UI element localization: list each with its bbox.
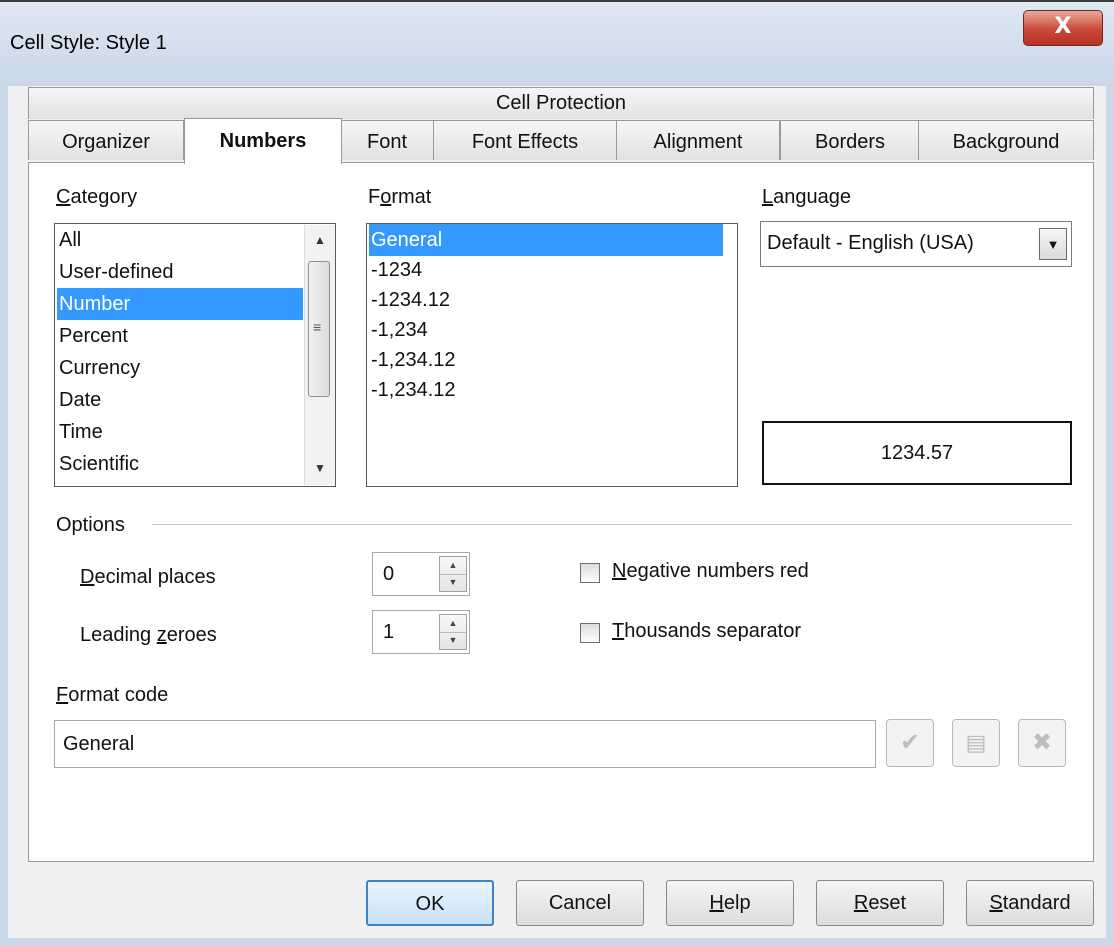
category-scrollbar[interactable]: ▲ ≡ ▼ [304, 225, 335, 485]
tab-numbers[interactable]: Numbers [184, 118, 342, 164]
category-item[interactable]: Currency [59, 352, 140, 384]
language-label: Language [762, 186, 851, 208]
thousands-separator-label[interactable]: Thousands separator [612, 620, 801, 643]
category-item[interactable]: Scientific [59, 448, 139, 480]
format-item[interactable]: -1234.12 [371, 284, 450, 316]
reset-button[interactable]: Reset [816, 880, 944, 926]
help-button[interactable]: Help [666, 880, 794, 926]
delete-format-button[interactable]: ✖ [1018, 719, 1066, 767]
scroll-up-arrow-icon[interactable]: ▲ [305, 227, 335, 253]
format-code-label: Format code [56, 684, 169, 706]
accept-format-button[interactable]: ✔ [886, 719, 934, 767]
cancel-button[interactable]: Cancel [516, 880, 644, 926]
stepper-up-icon[interactable]: ▲ [440, 557, 466, 575]
window-frame-right [1106, 86, 1114, 946]
negative-red-label[interactable]: Negative numbers red [612, 560, 809, 583]
decimal-places-label: Decimal places [80, 566, 216, 588]
tab-borders[interactable]: Borders [780, 120, 920, 160]
category-label: Category [56, 186, 138, 208]
format-item[interactable]: -1,234 [371, 314, 428, 346]
thousands-separator-checkbox[interactable] [580, 623, 600, 643]
stepper-up-icon[interactable]: ▲ [440, 615, 466, 633]
tab-alignment[interactable]: Alignment [616, 120, 780, 160]
category-item[interactable]: Time [59, 416, 103, 448]
format-label: Format [368, 186, 432, 208]
leading-zeroes-stepper[interactable]: 1 ▲ ▼ [372, 610, 470, 654]
leading-zeroes-label: Leading zeroes [80, 624, 217, 646]
window-title: Cell Style: Style 1 [10, 32, 167, 54]
close-button[interactable]: X [1023, 10, 1103, 46]
stepper-down-icon[interactable]: ▼ [440, 632, 466, 649]
options-separator [152, 524, 1072, 525]
format-item[interactable]: -1,234.12 [371, 344, 456, 376]
scroll-down-arrow-icon[interactable]: ▼ [305, 455, 335, 481]
category-item[interactable]: User-defined [59, 256, 174, 288]
checkmark-icon: ✔ [899, 729, 921, 756]
category-item[interactable]: Date [59, 384, 101, 416]
chevron-down-icon[interactable]: ▼ [1039, 228, 1067, 260]
language-dropdown[interactable]: Default - English (USA) ▼ [760, 221, 1072, 267]
ok-button[interactable]: OK [366, 880, 494, 926]
tab-font[interactable]: Font [340, 120, 434, 160]
format-listbox[interactable]: General -1234 -1234.12 -1,234 -1,234.12 … [366, 223, 738, 487]
category-item[interactable]: Percent [59, 320, 128, 352]
stepper-buttons: ▲ ▼ [439, 614, 467, 650]
grip-icon: ≡ [313, 319, 322, 335]
format-preview: 1234.57 [762, 421, 1072, 485]
format-code-value: General [63, 733, 135, 755]
tab-cell-protection[interactable]: Cell Protection [28, 87, 1094, 119]
tab-background[interactable]: Background [918, 120, 1094, 160]
standard-button[interactable]: Standard [966, 880, 1094, 926]
window-frame-bottom [0, 938, 1114, 946]
decimal-places-value: 0 [383, 563, 395, 585]
format-code-input[interactable]: General [54, 720, 876, 768]
language-value: Default - English (USA) [767, 232, 974, 254]
format-item[interactable]: -1234 [371, 254, 422, 286]
format-item-selected[interactable]: General [369, 224, 723, 256]
tab-font-effects[interactable]: Font Effects [432, 120, 618, 160]
delete-x-icon: ✖ [1031, 729, 1053, 756]
options-label: Options [56, 514, 125, 536]
stepper-down-icon[interactable]: ▼ [440, 574, 466, 591]
tab-organizer[interactable]: Organizer [28, 120, 184, 160]
decimal-places-stepper[interactable]: 0 ▲ ▼ [372, 552, 470, 596]
negative-red-checkbox[interactable] [580, 563, 600, 583]
window-frame-left [0, 86, 8, 946]
add-comment-button[interactable]: ▤ [952, 719, 1000, 767]
category-item-selected[interactable]: Number [57, 288, 303, 320]
scrollbar-thumb[interactable]: ≡ [308, 261, 330, 397]
comment-icon: ▤ [965, 730, 987, 755]
stepper-buttons: ▲ ▼ [439, 556, 467, 592]
category-item[interactable]: All [59, 224, 81, 256]
category-listbox[interactable]: All User-defined Number Percent Currency… [54, 223, 336, 487]
format-item[interactable]: -1,234.12 [371, 374, 456, 406]
title-bar: Cell Style: Style 1 X [0, 0, 1114, 86]
leading-zeroes-value: 1 [383, 621, 395, 643]
close-icon: X [1054, 14, 1072, 39]
